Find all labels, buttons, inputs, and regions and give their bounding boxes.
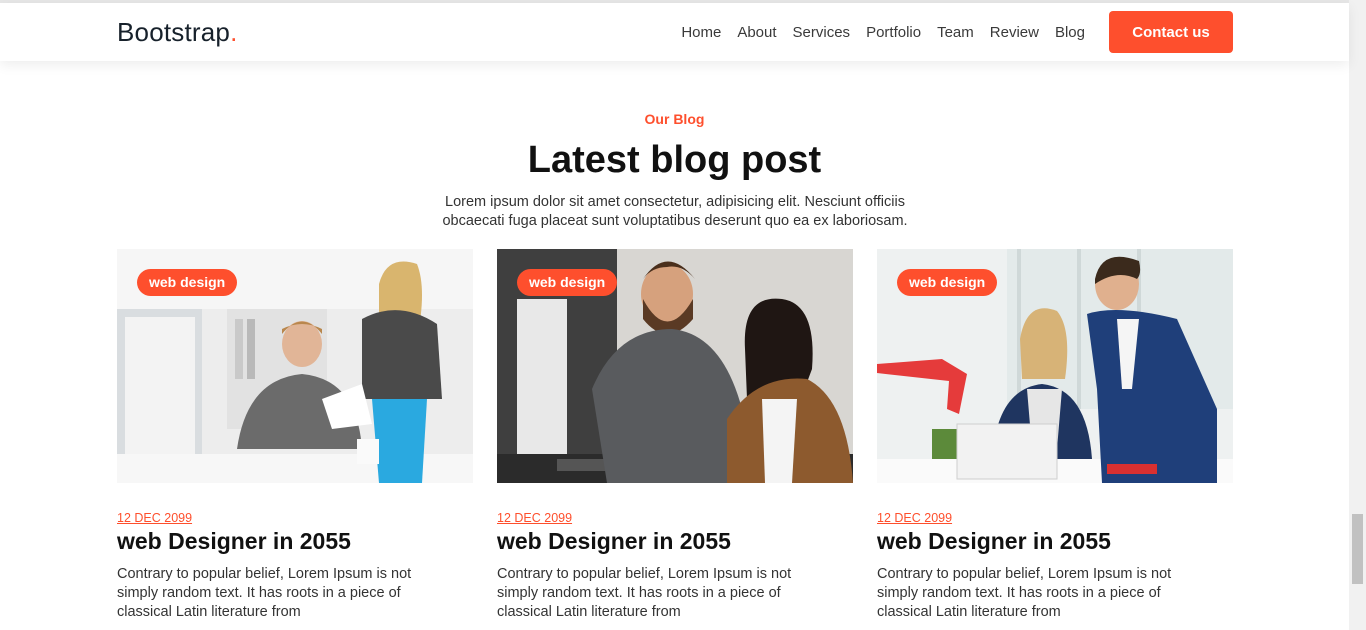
post-title[interactable]: web Designer in 2055	[877, 528, 1111, 555]
blog-card-image[interactable]: web design	[497, 249, 853, 483]
brand-name: Bootstrap	[117, 17, 231, 47]
nav-link-about[interactable]: About	[737, 24, 776, 41]
post-title[interactable]: web Designer in 2055	[497, 528, 731, 555]
category-badge[interactable]: web design	[137, 269, 238, 296]
nav-link-review[interactable]: Review	[990, 24, 1039, 41]
brand-dot: .	[230, 17, 238, 47]
nav-link-portfolio[interactable]: Portfolio	[866, 24, 921, 41]
category-badge[interactable]: web design	[897, 269, 998, 296]
post-title[interactable]: web Designer in 2055	[117, 528, 351, 555]
post-excerpt: Contrary to popular belief, Lorem Ipsum …	[877, 566, 1172, 620]
brand-logo[interactable]: Bootstrap.	[117, 17, 238, 48]
post-date-link[interactable]: 12 DEC 2099	[877, 511, 952, 525]
blog-card[interactable]: web design 12 DEC 2099 web Designer in 2…	[877, 249, 1233, 620]
nav-menu: Home About Services Portfolio Team Revie…	[681, 24, 1085, 41]
category-badge[interactable]: web design	[517, 269, 618, 296]
page-scrollbar[interactable]	[1349, 0, 1366, 630]
nav-link-services[interactable]: Services	[793, 24, 851, 41]
nav-link-blog[interactable]: Blog	[1055, 24, 1085, 41]
post-excerpt: Contrary to popular belief, Lorem Ipsum …	[497, 566, 792, 620]
contact-us-button[interactable]: Contact us	[1109, 11, 1233, 53]
blog-card-image[interactable]: web design	[117, 249, 473, 483]
scrollbar-thumb[interactable]	[1352, 514, 1363, 584]
blog-card[interactable]: web design 12 DEC 2099 web Designer in 2…	[117, 249, 473, 620]
section-title: Latest blog post	[527, 139, 822, 181]
section-description: Lorem ipsum dolor sit amet consectetur, …	[442, 194, 908, 229]
section-eyebrow: Our Blog	[644, 111, 705, 127]
nav-link-home[interactable]: Home	[681, 24, 721, 41]
blog-card[interactable]: web design 12 DEC 2099 web Designer in 2…	[497, 249, 853, 620]
post-excerpt: Contrary to popular belief, Lorem Ipsum …	[117, 566, 412, 620]
post-date-link[interactable]: 12 DEC 2099	[117, 511, 192, 525]
navbar: Bootstrap. Home About Services Portfolio…	[0, 3, 1349, 61]
nav-link-team[interactable]: Team	[937, 24, 974, 41]
post-date-link[interactable]: 12 DEC 2099	[497, 511, 572, 525]
blog-card-image[interactable]: web design	[877, 249, 1233, 483]
